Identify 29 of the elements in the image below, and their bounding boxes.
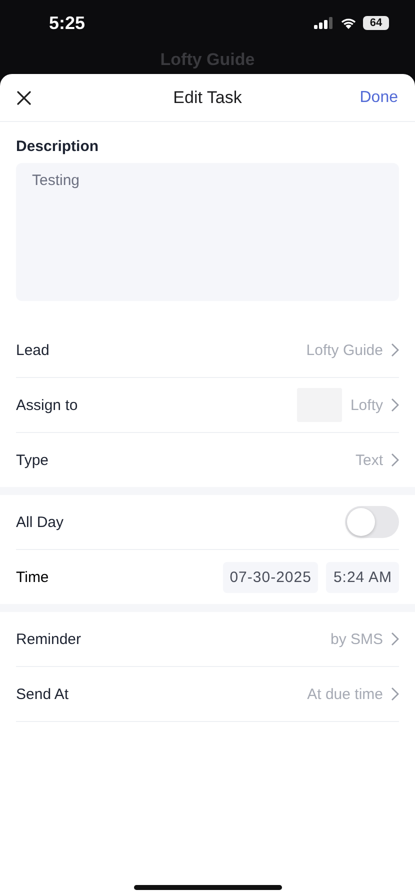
field-label: Description: [16, 138, 100, 155]
chevron-icon: [391, 453, 399, 467]
time-field[interactable]: 5:24 AM: [326, 562, 399, 592]
sheet-title: Edit Task: [173, 88, 242, 108]
row-label: Lead: [16, 342, 50, 358]
close-icon[interactable]: [17, 90, 31, 104]
chevron-icon: [391, 687, 399, 701]
signal-icon: [314, 17, 334, 29]
battery-level: 64: [363, 16, 389, 30]
chevron-icon: [391, 632, 399, 646]
description-field[interactable]: Testing: [16, 163, 399, 301]
row-label: Time: [16, 568, 49, 586]
row-label: Assign to: [16, 396, 78, 414]
row-label: Send At: [16, 686, 69, 702]
row-label: All Day: [16, 514, 64, 530]
status-time: 5:25: [49, 12, 86, 34]
chevron-icon: [391, 343, 399, 357]
wifi-icon: [340, 17, 357, 29]
row-label: Reminder: [16, 630, 82, 648]
row-value[interactable]: Lofty Guide: [306, 342, 383, 358]
done-button[interactable]: Done: [360, 88, 398, 106]
row-value[interactable]: At due time: [307, 686, 383, 702]
date-field[interactable]: 07-30-2025: [222, 562, 318, 592]
row-label: Type: [16, 452, 49, 468]
chevron-icon: [391, 398, 399, 412]
row-value[interactable]: by SMS: [330, 630, 383, 648]
toggle-switch[interactable]: [345, 506, 399, 538]
row-value[interactable]: Text: [355, 452, 383, 468]
row-value[interactable]: Lofty: [350, 396, 383, 414]
